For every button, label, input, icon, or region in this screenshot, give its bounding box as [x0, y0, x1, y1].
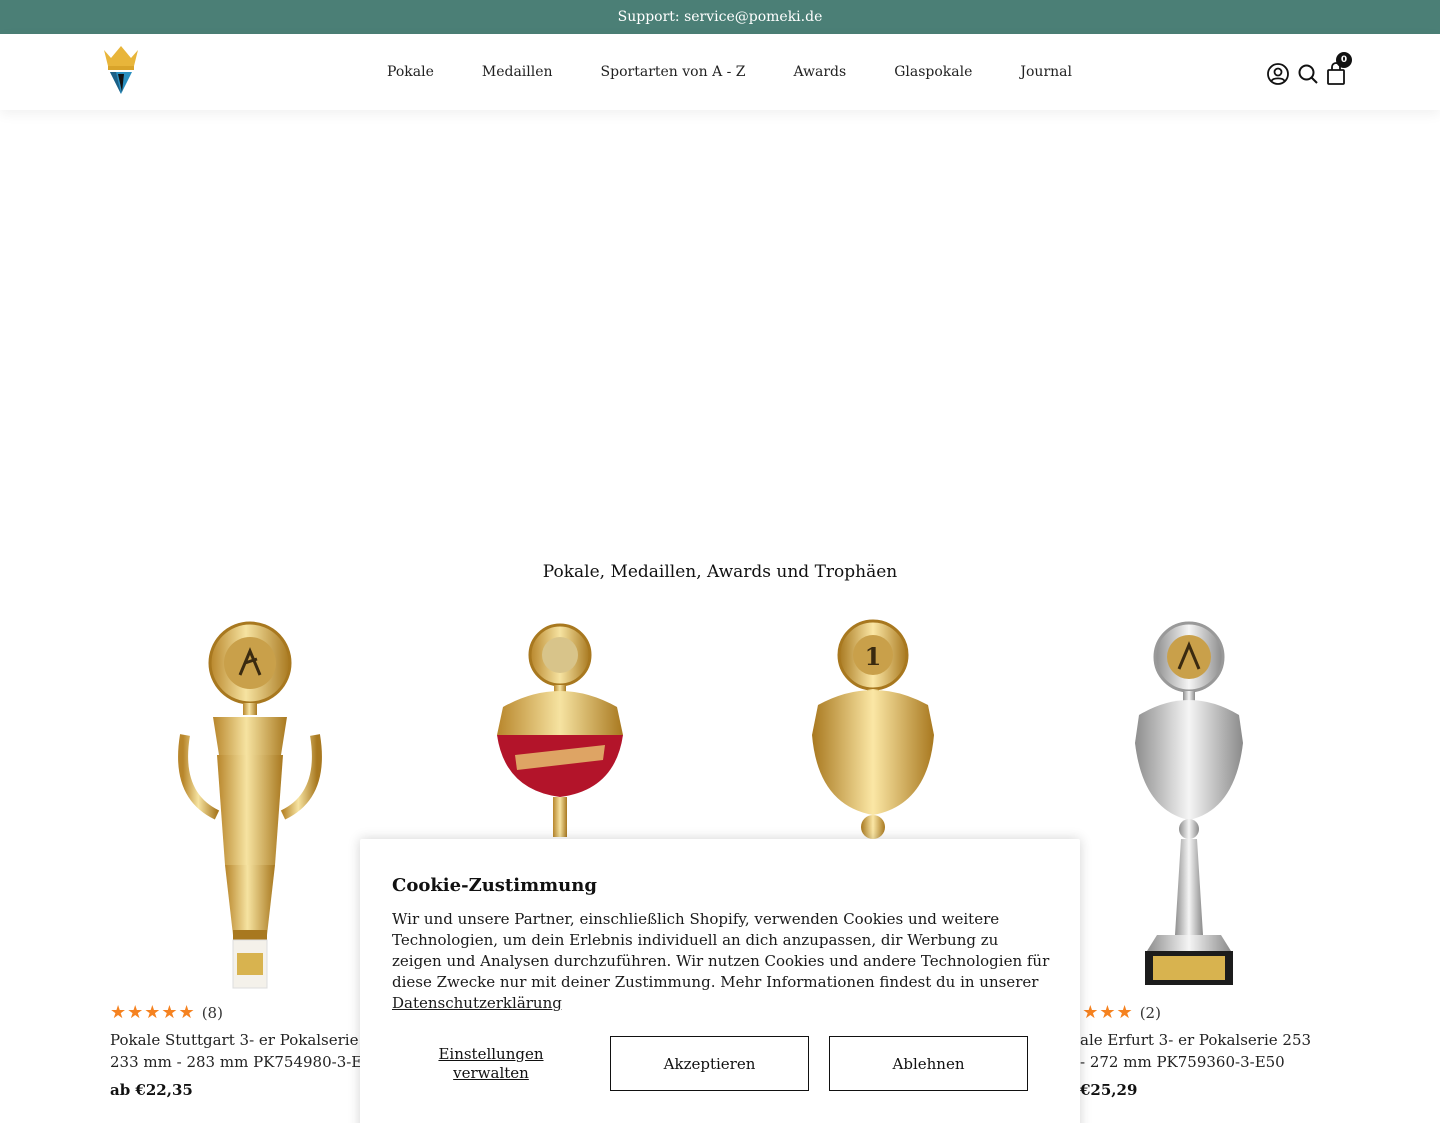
review-count: (2) — [1139, 1003, 1161, 1022]
support-bar: Support: service@pomeki.de — [0, 0, 1440, 34]
cart-button[interactable]: 0 — [1326, 52, 1352, 86]
product-rating: ★★★★★ (8) — [110, 1002, 223, 1023]
header-icons: 0 — [1266, 52, 1352, 86]
search-icon[interactable] — [1296, 62, 1320, 86]
site-header: Pokale Medaillen Sportarten von A - Z Aw… — [0, 34, 1440, 110]
product-image[interactable] — [105, 615, 395, 1000]
nav-awards[interactable]: Awards — [794, 64, 847, 80]
product-price: €25,29 — [1080, 1081, 1138, 1099]
nav-medaillen[interactable]: Medaillen — [482, 64, 553, 80]
star-rating-icon: ★★★★★ — [110, 1002, 196, 1023]
nav-pokale[interactable]: Pokale — [387, 64, 434, 80]
product-image[interactable] — [1043, 615, 1333, 1000]
cookie-consent-dialog: Cookie-Zustimmung Wir und unsere Partner… — [360, 839, 1080, 1123]
nav-journal[interactable]: Journal — [1020, 64, 1072, 80]
cart-count-badge: 0 — [1336, 52, 1352, 68]
main-nav: Pokale Medaillen Sportarten von A - Z Aw… — [387, 34, 1072, 110]
account-icon[interactable] — [1266, 62, 1290, 86]
product-card[interactable] — [105, 615, 395, 1000]
number-one-emblem: 1 — [865, 642, 882, 671]
support-text[interactable]: Support: service@pomeki.de — [618, 9, 823, 25]
logo[interactable] — [100, 44, 142, 96]
product-price: ab €22,35 — [110, 1081, 193, 1099]
nav-glaspokale[interactable]: Glaspokale — [894, 64, 972, 80]
decline-button[interactable]: Ablehnen — [829, 1036, 1028, 1091]
cookie-body: Wir und unsere Partner, einschließlich S… — [392, 909, 1052, 1014]
cookie-text: Wir und unsere Partner, einschließlich S… — [392, 910, 1050, 991]
review-count: (8) — [201, 1003, 223, 1022]
nav-sportarten[interactable]: Sportarten von A - Z — [601, 64, 746, 80]
product-title[interactable]: Pokale Stuttgart 3- er Pokalserie 233 mm… — [110, 1029, 362, 1073]
product-title[interactable]: ale Erfurt 3- er Pokalserie 253 - 272 mm… — [1080, 1029, 1311, 1073]
manage-settings-button[interactable]: Einstellungen verwalten — [396, 1045, 586, 1083]
product-rating: ★★★★★ (2) — [1048, 1002, 1161, 1023]
privacy-policy-link[interactable]: Datenschutzerklärung — [392, 994, 562, 1012]
accept-button[interactable]: Akzeptieren — [610, 1036, 809, 1091]
section-heading: Pokale, Medaillen, Awards und Trophäen — [542, 562, 898, 582]
product-card[interactable] — [1043, 615, 1333, 1000]
cookie-title: Cookie-Zustimmung — [392, 875, 597, 896]
